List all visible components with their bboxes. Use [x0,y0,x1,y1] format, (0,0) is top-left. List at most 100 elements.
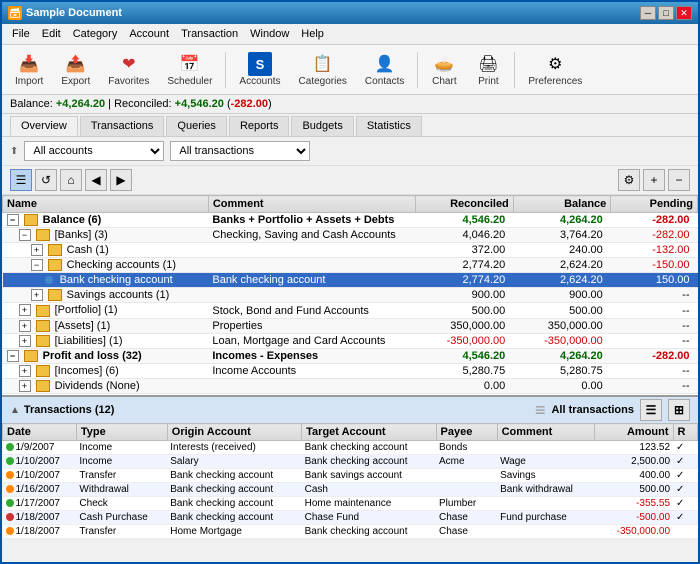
menu-window[interactable]: Window [244,26,295,42]
table-row[interactable]: + [Portfolio] (1) Stock, Bond and Fund A… [3,303,698,318]
accounts-filter[interactable]: All accounts [24,141,164,161]
contacts-button[interactable]: 👤 Contacts [358,49,411,90]
scheduler-button[interactable]: 📅 Scheduler [160,49,219,90]
expand-icon[interactable]: − [31,259,43,271]
expand-icon[interactable]: + [19,365,31,377]
tab-reports[interactable]: Reports [229,116,290,136]
expand-icon[interactable]: + [31,244,43,256]
refresh-button[interactable]: ↺ [35,169,57,191]
expand-icon[interactable]: + [19,335,31,347]
menu-help[interactable]: Help [295,26,330,42]
home-button[interactable]: ⌂ [60,169,82,191]
menu-file[interactable]: File [6,26,36,42]
transaction-row[interactable]: 1/10/2007 Transfer Bank checking account… [3,469,698,483]
folder-icon [48,259,62,271]
transactions-header: ▲ Transactions (12) ≡ All transactions ☰… [2,395,698,423]
row-balance: 0.00 [513,378,611,393]
row-comment [208,288,415,303]
transactions-list-view[interactable]: ☰ [640,399,662,421]
favorites-button[interactable]: ❤ Favorites [101,49,156,90]
forward-button[interactable]: ▶ [110,169,132,191]
row-balance: 2,624.20 [513,258,611,273]
chart-button[interactable]: 🥧 Chart [424,49,464,90]
table-row[interactable]: + [Incomes] (6) Income Accounts 5,280.75… [3,363,698,378]
trans-r: ✓ [673,511,697,525]
trans-origin: Bank checking account [167,497,301,511]
trans-target: Bank checking account [302,525,436,539]
import-button[interactable]: 📥 Import [8,49,50,90]
transaction-row[interactable]: 1/16/2007 Withdrawal Bank checking accou… [3,483,698,497]
minimize-button[interactable]: ─ [640,6,656,20]
expand-icon[interactable]: − [7,214,19,226]
categories-button[interactable]: 📋 Categories [292,49,354,90]
transaction-row[interactable]: 1/9/2007 Income Interests (received) Ban… [3,441,698,455]
collapse-button[interactable]: ⬆ [10,146,18,157]
divider-lines: ≡ [535,400,546,421]
trans-target: Chase Fund [302,511,436,525]
table-row[interactable]: + [Liabilities] (1) Loan, Mortgage and C… [3,333,698,348]
export-button[interactable]: 📤 Export [54,49,97,90]
expand-icon[interactable]: + [31,289,43,301]
trans-r: ✓ [673,455,697,469]
add-button[interactable]: + [643,169,665,191]
table-row[interactable]: + Dividends (None) 0.00 0.00 -- [3,378,698,393]
list-view-button[interactable]: ☰ [10,169,32,191]
table-row[interactable]: + Cash (1) 372.00 240.00 -132.00 [3,243,698,258]
back-button[interactable]: ◀ [85,169,107,191]
table-row-selected[interactable]: Bank checking account Bank checking acco… [3,273,698,288]
expand-icon[interactable]: − [7,350,19,362]
trans-type: Transfer [76,525,167,539]
tab-budgets[interactable]: Budgets [291,116,353,136]
folder-icon [24,214,38,226]
trans-origin: Bank checking account [167,483,301,497]
accounts-button[interactable]: S Accounts [232,49,287,90]
row-comment: Stock, Bond and Fund Accounts [208,303,415,318]
settings-button[interactable]: ⚙ [618,169,640,191]
favorites-label: Favorites [108,76,149,87]
row-name: + [Liabilities] (1) [3,333,209,348]
row-pending: -- [611,288,698,303]
transaction-row[interactable]: 1/10/2007 Income Salary Bank checking ac… [3,455,698,469]
print-button[interactable]: 🖨 Print [468,49,508,90]
transactions-filter[interactable]: All transactions [170,141,310,161]
remove-button[interactable]: − [668,169,690,191]
transaction-row[interactable]: 1/17/2007 Check Bank checking account Ho… [3,497,698,511]
row-name-text: Cash (1) [67,244,109,256]
table-row[interactable]: + [Assets] (1) Properties 350,000.00 350… [3,318,698,333]
import-icon: 📥 [17,52,41,76]
trans-payee: Acme [436,455,497,469]
menu-edit[interactable]: Edit [36,26,67,42]
expand-icon[interactable]: − [19,229,31,241]
table-row[interactable]: − Profit and loss (32) Incomes - Expense… [3,348,698,363]
title-bar-text: 🗃 Sample Document [8,6,122,20]
expand-icon[interactable]: + [19,320,31,332]
title-bar: 🗃 Sample Document ─ □ ✕ [2,2,698,24]
close-button[interactable]: ✕ [676,6,692,20]
transactions-grid-view[interactable]: ⊞ [668,399,690,421]
menu-account[interactable]: Account [123,26,175,42]
transaction-row[interactable]: 1/18/2007 Transfer Home Mortgage Bank ch… [3,525,698,539]
table-row[interactable]: − Balance (6) Banks + Portfolio + Assets… [3,213,698,228]
menu-transaction[interactable]: Transaction [175,26,244,42]
menu-bar: File Edit Category Account Transaction W… [2,24,698,45]
preferences-button[interactable]: ⚙ Preferences [521,49,589,90]
menu-category[interactable]: Category [67,26,124,42]
trans-col-amount: Amount [595,424,673,441]
table-row[interactable]: − Checking accounts (1) 2,774.20 2,624.2… [3,258,698,273]
tab-queries[interactable]: Queries [166,116,227,136]
expand-icon[interactable]: + [19,380,31,392]
status-dot [6,443,14,451]
tab-statistics[interactable]: Statistics [356,116,422,136]
expand-icon[interactable]: + [19,304,31,316]
table-row[interactable]: − [Banks] (3) Checking, Saving and Cash … [3,228,698,243]
table-row[interactable]: + Savings accounts (1) 900.00 900.00 -- [3,288,698,303]
row-pending: -- [611,333,698,348]
row-pending: -- [611,378,698,393]
transaction-row[interactable]: 1/18/2007 Cash Purchase Bank checking ac… [3,511,698,525]
transactions-expand-icon[interactable]: ▲ [10,405,20,416]
tab-transactions[interactable]: Transactions [80,116,165,136]
row-pending: -150.00 [611,258,698,273]
maximize-button[interactable]: □ [658,6,674,20]
tab-overview[interactable]: Overview [10,116,78,136]
folder-icon [36,365,50,377]
